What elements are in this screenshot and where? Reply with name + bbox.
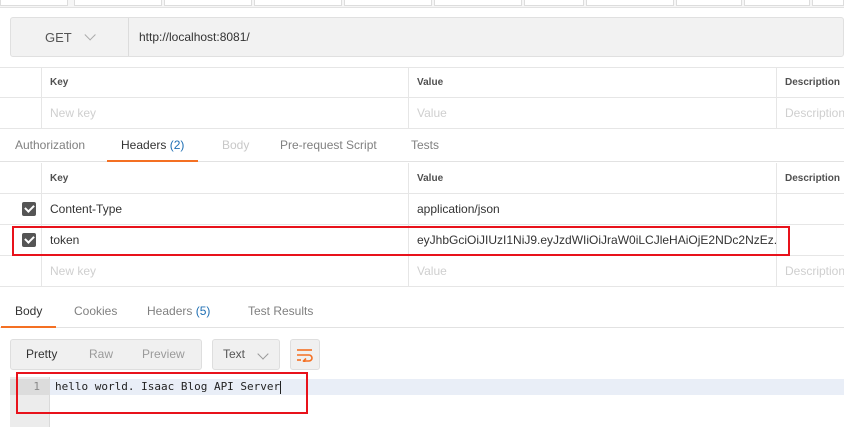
checkbox-checked[interactable]: [22, 202, 36, 216]
tab-stub[interactable]: [344, 0, 432, 6]
headers-new-value-input[interactable]: Value: [408, 256, 777, 286]
params-col-value: Value: [408, 68, 777, 97]
line-number: 1: [33, 380, 40, 393]
tab-cookies[interactable]: Cookies: [74, 294, 117, 328]
header-key[interactable]: Content-Type: [41, 194, 409, 224]
headers-table: Key Value Description Content-Type appli…: [0, 163, 844, 287]
tab-stub[interactable]: [164, 0, 252, 6]
checkbox-checked[interactable]: [22, 233, 36, 247]
format-preview-button[interactable]: Preview: [142, 340, 185, 369]
params-new-row: New key Value Description: [0, 98, 844, 129]
tab-body[interactable]: Body: [222, 128, 249, 162]
headers-new-row: New key Value Description: [0, 256, 844, 287]
response-headers-count: (5): [195, 304, 211, 318]
table-row: Content-Type application/json: [0, 194, 844, 225]
tab-response-headers[interactable]: Headers (5): [147, 294, 210, 328]
wrap-lines-icon: [297, 348, 313, 362]
format-toggle-group: Pretty Raw Preview: [10, 339, 202, 370]
headers-col-description: Description: [776, 163, 844, 193]
tab-stub[interactable]: [434, 0, 522, 6]
tab-authorization[interactable]: Authorization: [15, 128, 85, 162]
headers-new-description-input[interactable]: Description: [776, 256, 844, 286]
headers-count: (2): [169, 138, 185, 152]
method-label: GET: [45, 29, 72, 45]
chevron-down-icon: [84, 29, 96, 41]
format-pretty-button[interactable]: Pretty: [26, 340, 57, 369]
params-new-key-input[interactable]: New key: [41, 98, 409, 128]
response-body-editor[interactable]: 1 hello world. Isaac Blog API Server: [10, 377, 844, 427]
chevron-down-icon: [257, 348, 269, 360]
headers-header-row: Key Value Description: [0, 163, 844, 194]
tab-stub[interactable]: [812, 0, 844, 6]
response-body-text: hello world. Isaac Blog API Server: [55, 380, 282, 394]
tab-stub[interactable]: [524, 0, 584, 6]
params-new-description-input[interactable]: Description: [776, 98, 844, 128]
tab-stub[interactable]: [254, 0, 342, 6]
headers-col-key: Key: [41, 163, 409, 193]
url-input[interactable]: http://localhost:8081/: [139, 18, 250, 56]
table-row: token eyJhbGciOiJIUzI1NiJ9.eyJzdWIiOiJra…: [0, 225, 844, 256]
tab-pre-request-script[interactable]: Pre-request Script: [280, 128, 377, 162]
header-description[interactable]: [776, 225, 844, 255]
request-tabs: Authorization Headers (2) Body Pre-reque…: [0, 128, 844, 162]
tab-test-results[interactable]: Test Results: [248, 294, 313, 328]
tab-headers[interactable]: Headers (2): [106, 128, 199, 162]
tab-stub[interactable]: [744, 0, 810, 6]
tab-stub[interactable]: [586, 0, 674, 6]
wrap-lines-button[interactable]: [290, 339, 320, 370]
response-type-select[interactable]: Text: [212, 339, 280, 370]
params-header-row: Key Value Description: [0, 67, 844, 98]
text-cursor: [280, 380, 282, 394]
tab-stub[interactable]: [0, 0, 68, 6]
tab-response-body[interactable]: Body: [0, 294, 57, 328]
response-tabs: Body Cookies Headers (5) Test Results: [0, 294, 844, 328]
params-table: Key Value Description New key Value Desc…: [0, 67, 844, 129]
method-select[interactable]: GET: [11, 18, 129, 56]
tab-stub[interactable]: [74, 0, 162, 6]
headers-new-key-input[interactable]: New key: [41, 256, 409, 286]
header-value[interactable]: application/json: [408, 194, 777, 224]
params-new-value-input[interactable]: Value: [408, 98, 777, 128]
response-type-label: Text: [223, 347, 246, 361]
header-key[interactable]: token: [41, 225, 409, 255]
url-bar: GET http://localhost:8081/: [10, 17, 844, 57]
tab-stub[interactable]: [676, 0, 742, 6]
header-value[interactable]: eyJhbGciOiJIUzI1NiJ9.eyJzdWIiOiJraW0iLCJ…: [408, 225, 777, 255]
header-description[interactable]: [776, 194, 844, 224]
format-raw-button[interactable]: Raw: [89, 340, 113, 369]
params-col-key: Key: [41, 68, 409, 97]
headers-col-value: Value: [408, 163, 777, 193]
params-col-description: Description: [776, 68, 844, 97]
top-tab-strip: [0, 0, 844, 8]
tab-tests[interactable]: Tests: [411, 128, 439, 162]
